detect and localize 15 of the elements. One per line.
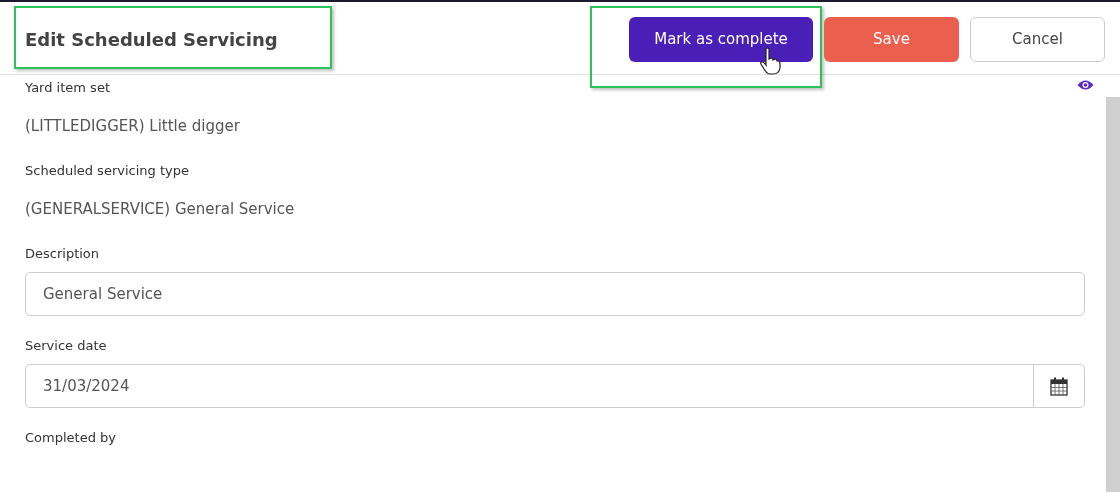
window-title: Edit Scheduled Servicing [25, 28, 279, 50]
scrollbar[interactable] [1106, 97, 1120, 492]
field-value: (GENERALSERVICE) General Service [25, 199, 296, 220]
description-field[interactable]: General Service [25, 272, 1085, 316]
date-field[interactable]: 31/03/2024 [25, 364, 1034, 408]
cancel-button[interactable]: Cancel [970, 16, 1105, 62]
field-label: Service date [25, 337, 108, 355]
field-label: Scheduled servicing type [25, 162, 190, 180]
field-value: (LITTLEDIGGER) Little digger [25, 116, 241, 137]
eye-icon[interactable] [1077, 79, 1094, 91]
field-label: Yard item set [25, 79, 111, 97]
field-label: Completed by [25, 429, 117, 447]
complete-button[interactable]: Mark as complete [629, 16, 813, 62]
field-label: Description [25, 245, 101, 263]
calendar-icon[interactable] [1050, 376, 1068, 396]
